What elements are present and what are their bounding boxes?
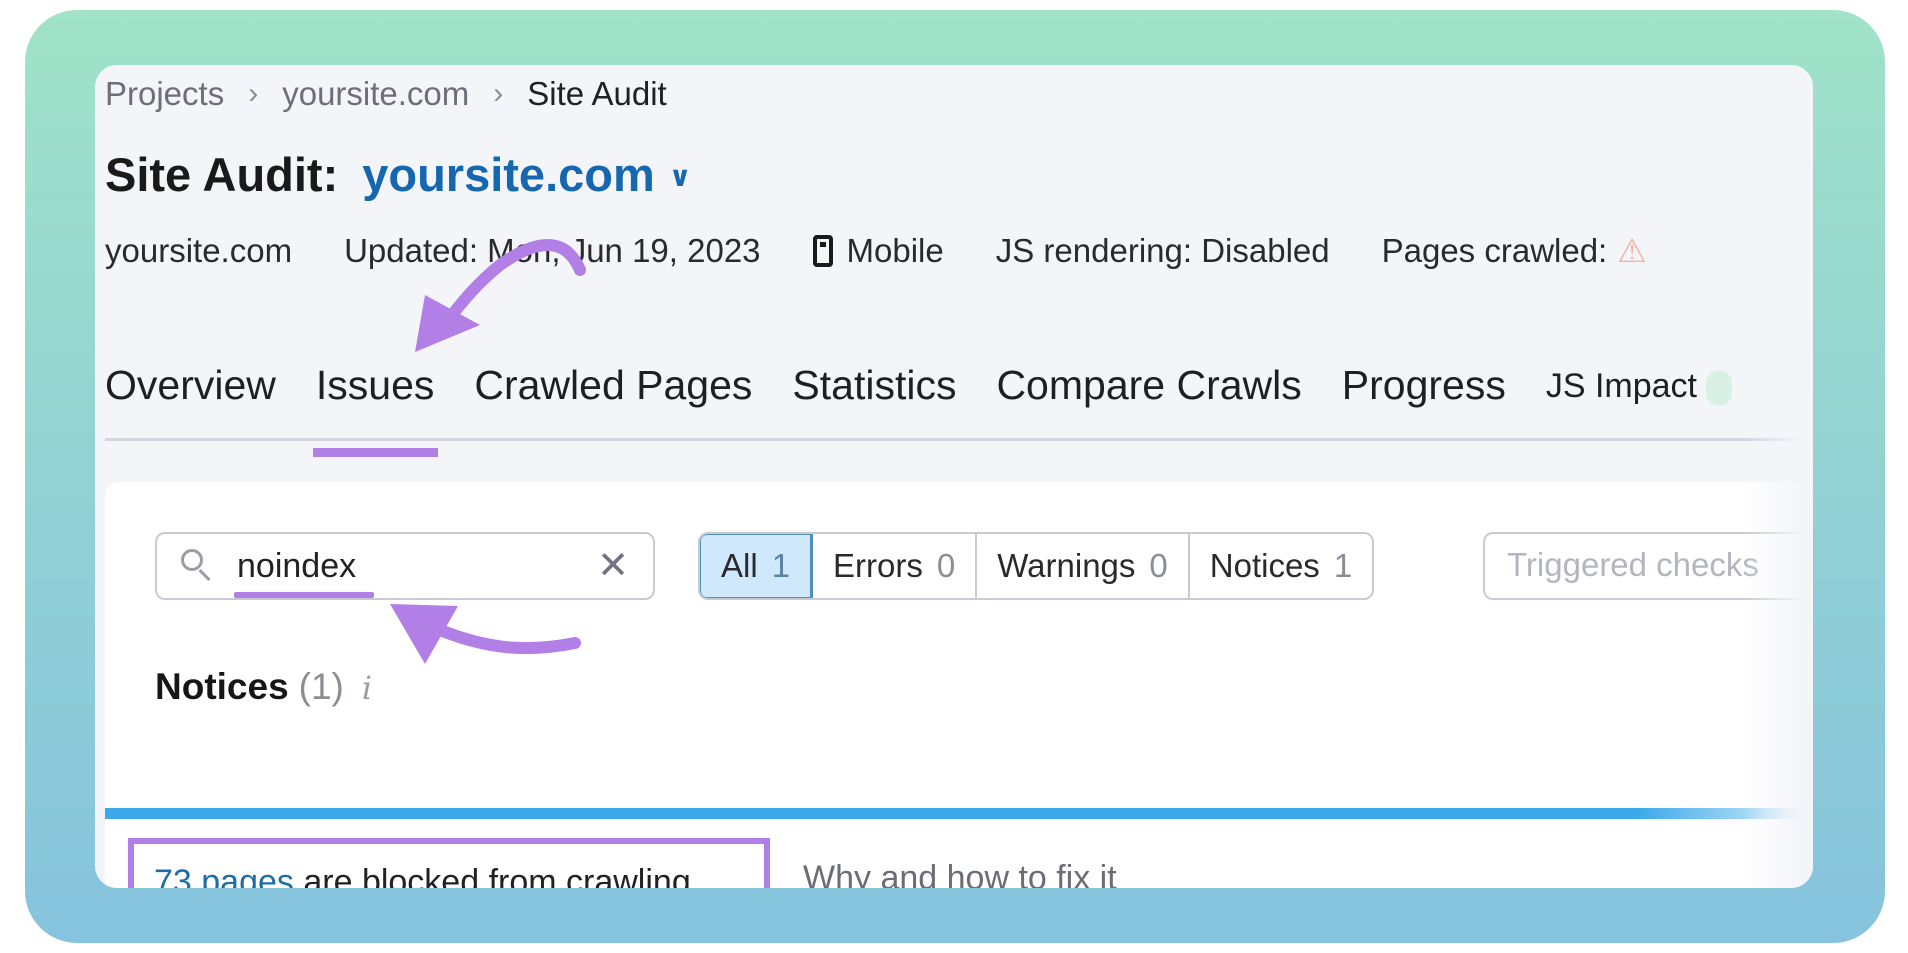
mobile-phone-icon <box>812 234 833 267</box>
project-selector[interactable]: yoursite.com <box>362 147 655 202</box>
filter-notices-label: Notices <box>1209 547 1320 584</box>
annotation-underline <box>234 592 374 598</box>
tab-bar: Overview Issues Crawled Pages Statistics… <box>105 362 1772 457</box>
issue-description: are blocked from crawling <box>293 863 691 888</box>
tab-js-impact-label: JS Impact <box>1545 367 1697 405</box>
severity-filter-group: All 1 Errors 0 Warnings 0 Notices 1 <box>698 532 1375 600</box>
meta-updated: Updated: Mon, Jun 19, 2023 <box>344 231 761 269</box>
search-icon <box>181 549 203 571</box>
filter-errors-label: Errors <box>833 547 923 584</box>
meta-pages-crawled-label: Pages crawled: <box>1381 231 1608 269</box>
breadcrumb: Projects › yoursite.com › Site Audit <box>105 75 667 113</box>
tab-js-impact[interactable]: JS Impact <box>1546 367 1733 423</box>
filter-warnings-label: Warnings <box>997 547 1136 584</box>
filter-warnings[interactable]: Warnings 0 <box>977 534 1190 598</box>
section-title: Notices <box>155 666 289 707</box>
tab-overview[interactable]: Overview <box>105 362 276 423</box>
app-window: Projects › yoursite.com › Site Audit Sit… <box>95 65 1813 888</box>
breadcrumb-projects[interactable]: Projects <box>105 75 224 113</box>
issues-panel: noindex ✕ All 1 Errors 0 Warnings 0 Noti… <box>105 482 1813 888</box>
chevron-right-icon: › <box>248 77 259 110</box>
why-how-to-fix-link[interactable]: Why and how to fix it <box>803 859 1117 888</box>
warning-icon: ⚠ <box>1617 232 1647 269</box>
section-heading: Notices (1) i <box>155 666 372 708</box>
section-count: (1) <box>298 666 344 707</box>
breadcrumb-project[interactable]: yoursite.com <box>282 75 469 113</box>
section-accent-bar <box>105 808 1805 819</box>
new-badge-icon <box>1706 370 1733 407</box>
clear-icon[interactable]: ✕ <box>597 543 629 588</box>
breadcrumb-current: Site Audit <box>527 75 667 112</box>
tab-issues[interactable]: Issues <box>312 362 438 457</box>
tab-compare-crawls[interactable]: Compare Crawls <box>996 362 1301 423</box>
affected-pages-link[interactable]: 73 pages <box>154 863 294 888</box>
tab-divider <box>105 438 1795 441</box>
meta-domain: yoursite.com <box>105 231 293 269</box>
filter-all-label: All <box>721 547 758 584</box>
tab-crawled-pages[interactable]: Crawled Pages <box>474 362 752 423</box>
filter-notices[interactable]: Notices 1 <box>1189 534 1373 598</box>
page-title: Site Audit: yoursite.com ∨ <box>105 147 692 202</box>
info-icon[interactable]: i <box>362 669 372 707</box>
filter-all-count: 1 <box>771 547 791 584</box>
meta-device: Mobile <box>812 231 944 270</box>
triggered-checks-select[interactable]: Triggered checks <box>1483 532 1813 600</box>
meta-js-rendering: JS rendering: Disabled <box>995 231 1330 269</box>
page-title-prefix: Site Audit: <box>105 148 339 201</box>
issue-row-highlight: 73 pages are blocked from crawling <box>128 838 770 888</box>
triggered-checks-placeholder: Triggered checks <box>1507 546 1759 583</box>
filter-warnings-count: 0 <box>1149 547 1168 584</box>
meta-device-label: Mobile <box>846 231 944 269</box>
filter-errors[interactable]: Errors 0 <box>813 534 978 598</box>
filter-notices-count: 1 <box>1333 547 1353 584</box>
issue-search-input[interactable]: noindex ✕ <box>155 532 655 600</box>
tab-progress[interactable]: Progress <box>1342 362 1506 423</box>
audit-meta-row: yoursite.com Updated: Mon, Jun 19, 2023 … <box>105 231 1699 270</box>
chevron-right-icon: › <box>493 77 504 110</box>
chevron-down-icon[interactable]: ∨ <box>669 160 692 193</box>
search-value[interactable]: noindex <box>237 547 356 586</box>
meta-pages-crawled: Pages crawled: ⚠ <box>1382 231 1647 270</box>
tab-statistics[interactable]: Statistics <box>792 362 956 423</box>
filter-errors-count: 0 <box>936 547 956 584</box>
filter-all[interactable]: All 1 <box>700 534 814 598</box>
